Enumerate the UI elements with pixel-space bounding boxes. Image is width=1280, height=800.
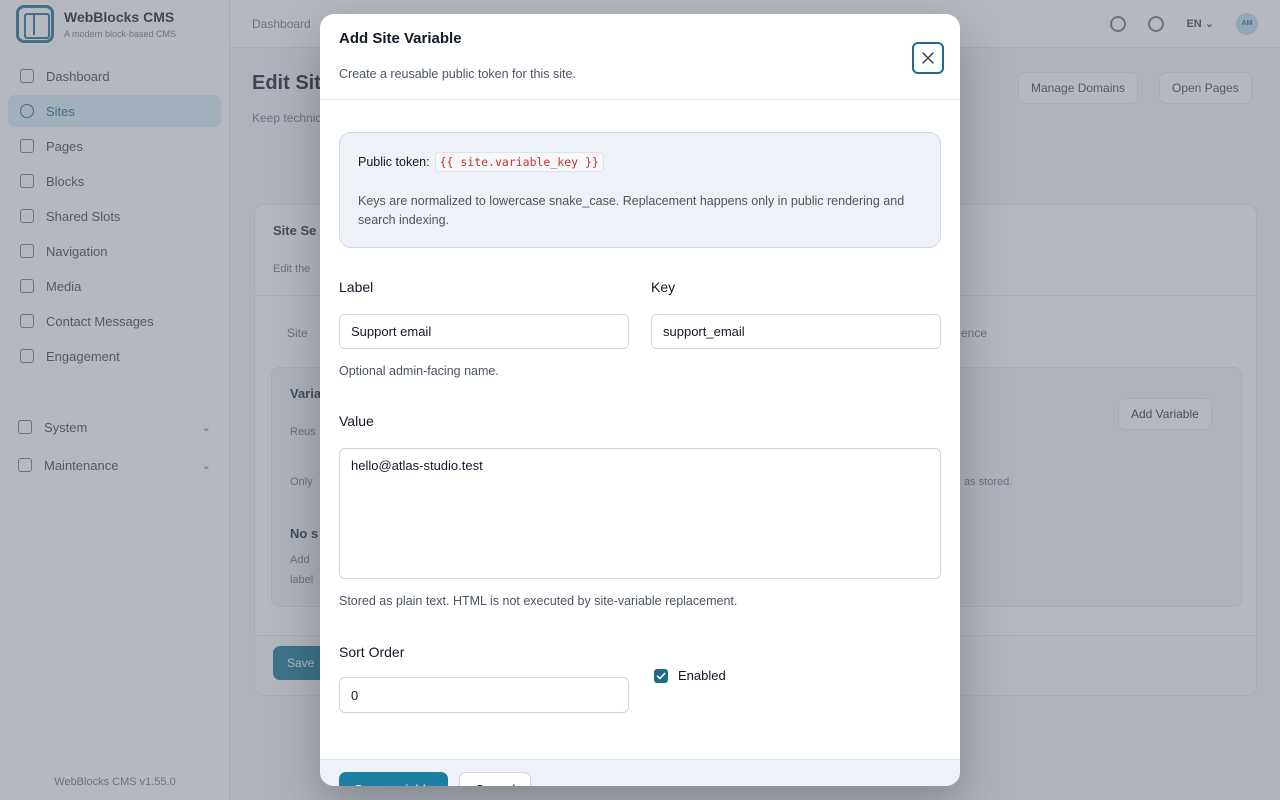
- token-info-box: Public token: {{ site.variable_key }} Ke…: [339, 132, 941, 248]
- public-token-label: Public token:: [358, 155, 430, 169]
- save-variable-button[interactable]: Save variable: [339, 772, 448, 786]
- sort-order-input[interactable]: [339, 677, 629, 713]
- close-icon: [922, 52, 934, 64]
- enabled-checkbox[interactable]: [654, 668, 668, 683]
- token-info-text: Keys are normalized to lowercase snake_c…: [358, 194, 905, 227]
- enabled-toggle[interactable]: Enabled: [654, 668, 726, 683]
- public-token-row: Public token: {{ site.variable_key }}: [358, 152, 604, 172]
- value-textarea[interactable]: hello@atlas-studio.test: [339, 448, 941, 579]
- sort-order-field-label: Sort Order: [339, 644, 405, 660]
- add-site-variable-dialog: Add Site Variable Create a reusable publ…: [320, 14, 960, 786]
- key-input[interactable]: [651, 314, 941, 349]
- key-field-label: Key: [651, 279, 676, 295]
- enabled-label: Enabled: [678, 668, 726, 683]
- dialog-subtitle: Create a reusable public token for this …: [339, 67, 576, 81]
- dialog-footer: Save variable Cancel: [320, 759, 960, 786]
- label-field-label: Label: [339, 279, 374, 295]
- value-field-label: Value: [339, 413, 374, 429]
- cancel-button[interactable]: Cancel: [459, 772, 531, 786]
- label-hint: Optional admin-facing name.: [339, 364, 499, 378]
- dialog-title: Add Site Variable: [339, 30, 462, 47]
- label-input[interactable]: [339, 314, 629, 349]
- check-icon: [656, 672, 666, 679]
- value-hint: Stored as plain text. HTML is not execut…: [339, 594, 738, 608]
- dialog-header: Add Site Variable Create a reusable publ…: [320, 14, 960, 100]
- close-button[interactable]: [912, 42, 944, 74]
- public-token-code: {{ site.variable_key }}: [434, 152, 604, 172]
